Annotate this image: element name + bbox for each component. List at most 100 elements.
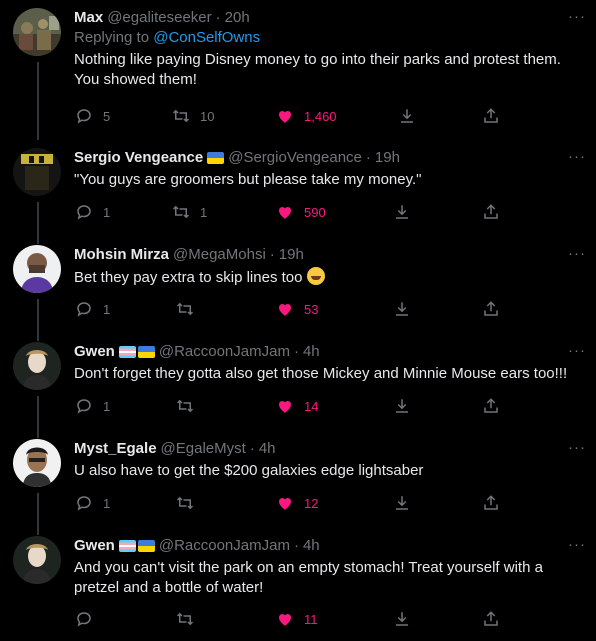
display-name[interactable]: Gwen — [74, 342, 115, 362]
tweet-text-line: And you can't visit the park on an empty… — [74, 559, 543, 576]
tweet-text-line: "You guys are groomers but please take m… — [74, 171, 422, 188]
tweet[interactable]: Sergio Vengeance @SergioVengeance · 19h … — [0, 148, 596, 244]
tweet[interactable]: Gwen @RaccoonJamJam · 4h And you can't v… — [0, 536, 596, 636]
share-button[interactable] — [398, 106, 416, 126]
mention-link[interactable]: @ConSelfOwns — [153, 29, 260, 46]
reply-button[interactable]: 1 — [75, 493, 110, 513]
tweet-text: Bet they pay extra to skip lines too — [74, 267, 586, 288]
like-button[interactable]: 11 — [276, 609, 318, 629]
reply-button[interactable]: 5 — [75, 106, 110, 126]
share-button[interactable] — [393, 396, 411, 416]
tweet-text: Nothing like paying Disney money to go i… — [74, 50, 586, 90]
tweet-actions: 1 12 — [0, 493, 498, 513]
retweet-button[interactable] — [176, 299, 204, 319]
reply-button[interactable] — [75, 609, 93, 629]
thread-connector-line — [37, 62, 39, 140]
share-button[interactable] — [393, 299, 411, 319]
download-icon — [396, 399, 408, 413]
reply-icon — [77, 399, 91, 414]
heart-icon — [278, 111, 292, 123]
share-button[interactable] — [393, 493, 411, 513]
export-button[interactable] — [482, 106, 500, 126]
reply-button[interactable]: 1 — [75, 396, 110, 416]
download-icon — [401, 109, 413, 123]
transgender-flag-icon — [118, 346, 136, 358]
avatar[interactable] — [13, 245, 61, 293]
download-icon — [396, 612, 408, 626]
timestamp[interactable]: 20h — [225, 8, 250, 28]
retweet-button[interactable]: 10 — [172, 106, 214, 126]
retweet-button[interactable] — [176, 493, 204, 513]
more-options-icon[interactable]: ··· — [568, 342, 586, 359]
upload-icon — [484, 611, 498, 626]
reply-button[interactable]: 1 — [75, 299, 110, 319]
like-button[interactable]: 590 — [276, 202, 326, 222]
tweet-actions: 5 10 1,460 — [0, 106, 498, 126]
user-handle[interactable]: @EgaleMyst — [161, 439, 246, 459]
timestamp[interactable]: 19h — [375, 148, 400, 168]
export-button[interactable] — [482, 609, 500, 629]
timestamp[interactable]: 4h — [303, 536, 320, 556]
tweet-header: Gwen @RaccoonJamJam · 4h — [74, 342, 586, 362]
display-name[interactable]: Mohsin Mirza — [74, 245, 169, 265]
tweet[interactable]: Max @egaliteseeker · 20h Replying to @Co… — [0, 8, 596, 140]
reply-button[interactable]: 1 — [75, 202, 110, 222]
reply-count: 1 — [103, 204, 111, 220]
export-button[interactable] — [482, 299, 500, 319]
avatar[interactable] — [13, 148, 61, 196]
export-button[interactable] — [482, 493, 500, 513]
timestamp[interactable]: 4h — [259, 439, 276, 459]
retweet-icon — [176, 496, 194, 510]
retweet-button[interactable]: 1 — [172, 202, 207, 222]
like-button[interactable]: 12 — [276, 493, 318, 513]
tweet[interactable]: Gwen @RaccoonJamJam · 4h Don't forget th… — [0, 342, 596, 438]
display-name[interactable]: Max — [74, 8, 103, 28]
user-handle[interactable]: @MegaMohsi — [173, 245, 266, 265]
export-button[interactable] — [482, 202, 500, 222]
tweet-text: And you can't visit the park on an empty… — [74, 558, 586, 598]
like-button[interactable]: 14 — [276, 396, 318, 416]
separator-dot: · — [249, 440, 255, 457]
tweet[interactable]: Mohsin Mirza @MegaMohsi · 19h Bet they p… — [0, 245, 596, 341]
like-count: 12 — [304, 495, 319, 511]
display-name[interactable]: Gwen — [74, 536, 115, 556]
tweet-text-line: pretzel and a bottle of water! — [74, 579, 264, 596]
more-options-icon[interactable]: ··· — [568, 8, 586, 25]
more-options-icon[interactable]: ··· — [568, 245, 586, 262]
retweet-button[interactable] — [176, 609, 194, 629]
user-handle[interactable]: @RaccoonJamJam — [159, 536, 290, 556]
replying-to-label: Replying to — [74, 29, 154, 46]
display-name[interactable]: Sergio Vengeance — [74, 148, 203, 168]
upload-icon — [484, 495, 498, 510]
like-count: 14 — [304, 398, 319, 414]
tweet-text-line: U also have to get the $200 galaxies edg… — [74, 462, 424, 479]
tweet[interactable]: Myst_Egale @EgaleMyst · 4h U also have t… — [0, 439, 596, 535]
upload-icon — [484, 398, 498, 413]
more-options-icon[interactable]: ··· — [568, 536, 586, 553]
separator-dot: · — [293, 537, 299, 554]
retweet-icon — [172, 205, 190, 219]
retweet-button[interactable] — [176, 396, 204, 416]
more-options-icon[interactable]: ··· — [568, 148, 586, 165]
share-button[interactable] — [393, 202, 411, 222]
avatar[interactable] — [13, 342, 61, 390]
user-handle[interactable]: @RaccoonJamJam — [159, 342, 290, 362]
timestamp[interactable]: 4h — [303, 342, 320, 362]
tweet-header: Mohsin Mirza @MegaMohsi · 19h — [74, 245, 586, 265]
display-name[interactable]: Myst_Egale — [74, 439, 157, 459]
like-button[interactable]: 1,460 — [276, 106, 337, 126]
avatar[interactable] — [13, 439, 61, 487]
user-handle[interactable]: @SergioVengeance — [228, 148, 362, 168]
user-handle[interactable]: @egaliteseeker — [107, 8, 211, 28]
heart-icon — [278, 207, 292, 219]
more-options-icon[interactable]: ··· — [568, 439, 586, 456]
avatar[interactable] — [13, 536, 61, 584]
timestamp[interactable]: 19h — [279, 245, 304, 265]
share-button[interactable] — [393, 609, 411, 629]
ukraine-flag-icon — [137, 540, 155, 552]
avatar[interactable] — [13, 8, 61, 56]
like-button[interactable]: 53 — [276, 299, 318, 319]
upload-icon — [484, 108, 498, 123]
export-button[interactable] — [482, 396, 500, 416]
tweet-actions: 11 — [0, 609, 498, 629]
